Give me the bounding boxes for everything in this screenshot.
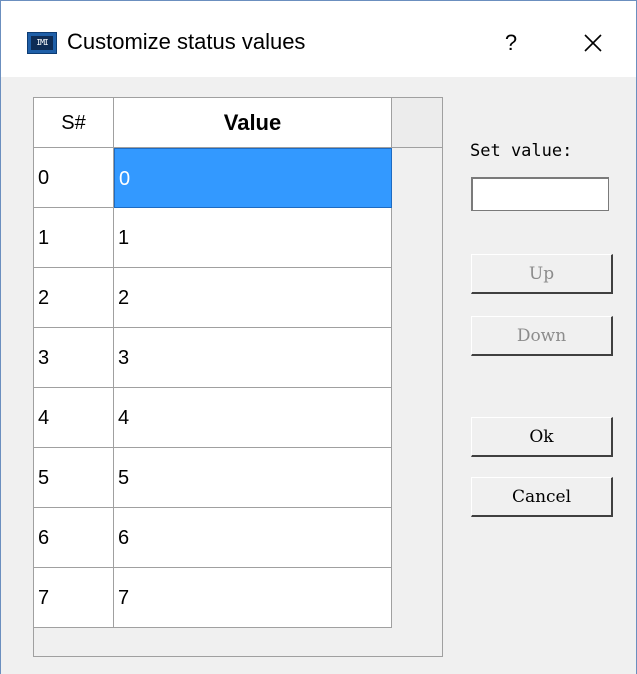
cell-value[interactable]: 0	[114, 148, 392, 208]
cell-sn[interactable]: 2	[34, 268, 114, 328]
dialog-window: IMI Customize status values ? S# Value 0…	[0, 0, 637, 674]
column-header-filler	[392, 98, 442, 148]
table-row[interactable]: 55	[34, 448, 392, 508]
close-button[interactable]	[573, 23, 613, 63]
app-icon-glyph: IMI	[31, 36, 53, 50]
table-row[interactable]: 77	[34, 568, 392, 628]
cell-sn[interactable]: 5	[34, 448, 114, 508]
table-row[interactable]: 33	[34, 328, 392, 388]
cell-sn[interactable]: 1	[34, 208, 114, 268]
table-row[interactable]: 11	[34, 208, 392, 268]
cell-value[interactable]: 7	[114, 568, 392, 628]
down-button[interactable]: Down	[471, 316, 613, 356]
ok-button[interactable]: Ok	[471, 417, 613, 457]
cell-value[interactable]: 5	[114, 448, 392, 508]
close-icon	[584, 34, 602, 52]
up-button[interactable]: Up	[471, 254, 613, 294]
window-title: Customize status values	[67, 29, 306, 54]
cell-value[interactable]: 6	[114, 508, 392, 568]
set-value-label: Set value:	[470, 141, 573, 161]
table-row[interactable]: 44	[34, 388, 392, 448]
column-header-value[interactable]: Value	[114, 98, 392, 148]
cancel-button[interactable]: Cancel	[471, 477, 613, 517]
column-header-sn[interactable]: S#	[34, 98, 114, 148]
status-values-grid[interactable]: S# Value 0011223344556677	[33, 97, 443, 657]
app-icon: IMI	[27, 32, 57, 54]
cell-value[interactable]: 1	[114, 208, 392, 268]
table-row[interactable]: 22	[34, 268, 392, 328]
table-row[interactable]: 00	[34, 148, 392, 208]
help-button[interactable]: ?	[493, 25, 529, 61]
table-row[interactable]: 66	[34, 508, 392, 568]
cell-sn[interactable]: 0	[34, 148, 114, 208]
grid-header: S# Value	[34, 98, 442, 148]
cell-value[interactable]: 4	[114, 388, 392, 448]
cell-value[interactable]: 2	[114, 268, 392, 328]
cell-sn[interactable]: 4	[34, 388, 114, 448]
cell-sn[interactable]: 3	[34, 328, 114, 388]
set-value-input[interactable]	[471, 177, 609, 211]
cell-sn[interactable]: 7	[34, 568, 114, 628]
title-bar[interactable]: IMI Customize status values ?	[1, 1, 636, 77]
cell-sn[interactable]: 6	[34, 508, 114, 568]
cell-value[interactable]: 3	[114, 328, 392, 388]
